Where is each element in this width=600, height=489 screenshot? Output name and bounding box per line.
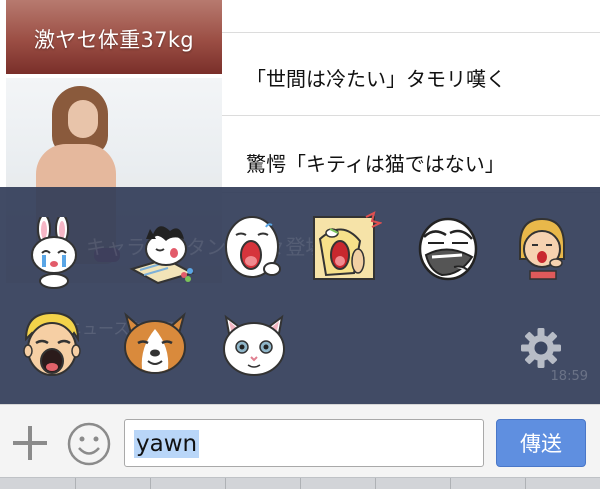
news-thumbnail-1[interactable]: 激ヤセ体重37kg — [6, 0, 222, 74]
smiley-icon — [67, 422, 111, 466]
crying-bunny-sticker[interactable] — [20, 217, 90, 289]
key-divider — [450, 478, 451, 489]
key-divider — [150, 478, 151, 489]
news-row-2[interactable]: 「世間は冷たい」タモリ嘆く — [222, 33, 600, 116]
yawning-moon-face-sticker[interactable] — [218, 213, 288, 285]
sticker-suggestion-panel: キャラがスタンプ続々登場 ニュースを見る 18:59 — [0, 187, 600, 404]
message-input[interactable]: yawn — [124, 419, 484, 467]
emoji-button[interactable] — [66, 421, 112, 467]
news-row-1[interactable] — [222, 0, 600, 33]
key-divider — [75, 478, 76, 489]
message-input-bar: yawn 傳送 — [0, 404, 600, 477]
yawning-blond-boy-sticker[interactable] — [18, 309, 88, 381]
yawning-troll-face-sticker[interactable] — [414, 213, 484, 285]
news-thumbnail-caption: 激ヤセ体重37kg — [34, 28, 194, 52]
news-title: 驚愕「キティは猫ではない」 — [246, 152, 505, 176]
message-input-value: yawn — [134, 430, 200, 458]
yawning-girl-sticker[interactable] — [510, 215, 572, 287]
key-divider — [300, 478, 301, 489]
sticker-settings-button[interactable] — [518, 325, 564, 371]
background-ghost-time: 18:59 — [550, 369, 588, 384]
news-title: 「世間は冷たい」タモリ嘆く — [246, 67, 506, 91]
background-ghost-text: キャラがスタンプ続々登場 — [86, 235, 326, 259]
key-divider — [525, 478, 526, 489]
key-divider — [375, 478, 376, 489]
keyboard-edge — [0, 477, 600, 489]
plus-icon — [13, 426, 47, 460]
gear-icon — [521, 328, 561, 368]
sleepy-cat-reading-sticker[interactable] — [126, 215, 200, 287]
send-button[interactable]: 傳送 — [496, 419, 586, 467]
add-attachment-button[interactable] — [10, 423, 50, 463]
yawning-white-cat-sticker[interactable] — [220, 307, 288, 379]
key-divider — [225, 478, 226, 489]
photo-person-face — [68, 100, 98, 138]
news-row-3[interactable]: 驚愕「キティは猫ではない」 — [222, 116, 600, 193]
yawning-yellow-character-sticker[interactable] — [312, 211, 382, 283]
yawning-shiba-dog-sticker[interactable] — [118, 307, 192, 379]
